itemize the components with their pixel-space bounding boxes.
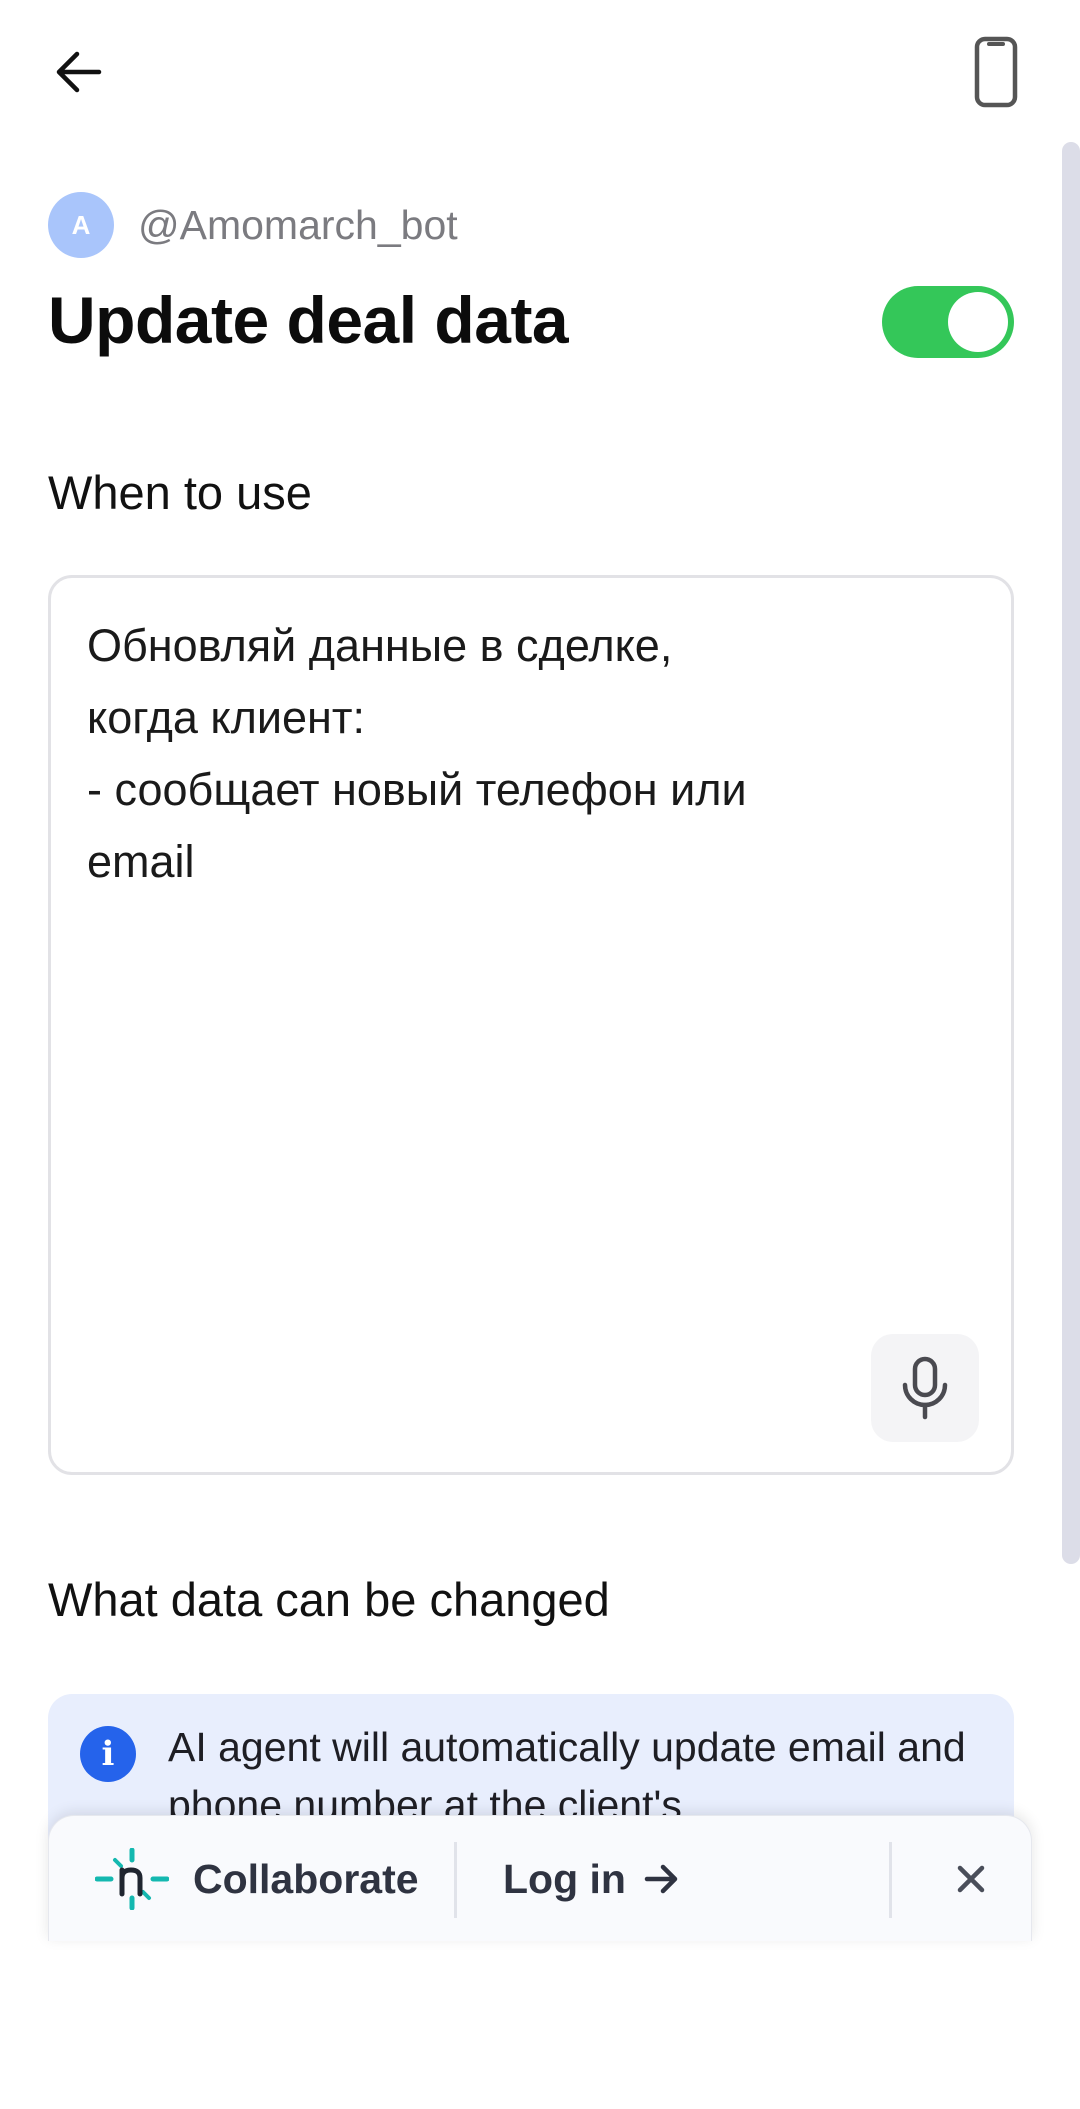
enable-toggle[interactable]	[882, 286, 1014, 358]
scrollbar[interactable]	[1062, 142, 1080, 1564]
microphone-icon	[902, 1356, 948, 1420]
divider	[889, 1842, 892, 1918]
when-to-use-textarea[interactable]: Обновляй данные в сделке, когда клиент: …	[48, 575, 1014, 1475]
phone-icon	[974, 36, 1018, 108]
bot-header: A @Amomarch_bot	[48, 192, 458, 258]
avatar: A	[48, 192, 114, 258]
collaborate-button[interactable]: Collaborate	[95, 1816, 419, 1942]
back-button[interactable]	[44, 38, 112, 106]
close-button[interactable]	[929, 1816, 1013, 1942]
collaborate-label: Collaborate	[193, 1855, 419, 1902]
bot-handle: @Amomarch_bot	[138, 201, 458, 248]
login-label: Log in	[503, 1855, 626, 1902]
login-button[interactable]: Log in	[503, 1816, 680, 1942]
page-title: Update deal data	[48, 283, 569, 357]
arrow-left-icon	[56, 51, 102, 93]
n-logo-icon	[95, 1848, 169, 1910]
when-to-use-text: Обновляй данные в сделке, когда клиент: …	[87, 620, 747, 887]
when-to-use-label: When to use	[48, 466, 312, 519]
close-icon	[957, 1865, 985, 1893]
device-preview-button[interactable]	[968, 32, 1024, 112]
page: A @Amomarch_bot Update deal data When to…	[0, 0, 1080, 2109]
toggle-knob	[948, 292, 1008, 352]
collaborate-bar: Collaborate Log in	[48, 1815, 1032, 1941]
info-icon: i	[80, 1726, 136, 1782]
arrow-right-icon	[644, 1864, 678, 1894]
what-data-label: What data can be changed	[48, 1573, 610, 1626]
voice-input-button[interactable]	[871, 1334, 979, 1442]
divider	[454, 1842, 457, 1918]
